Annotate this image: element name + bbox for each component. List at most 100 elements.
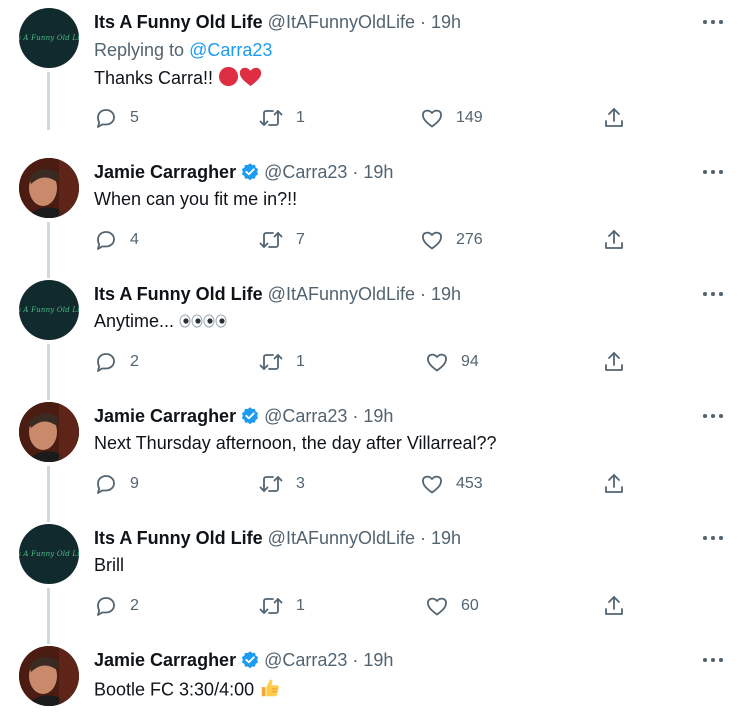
tweet[interactable]: Jamie Carragher @Carra23 · 19h Bootle FC… [0,638,743,714]
comment-bubble-icon [94,594,118,618]
author-handle[interactable]: @ItAFunnyOldLife [268,528,415,549]
retweet-count: 7 [296,231,305,248]
author-handle[interactable]: @Carra23 [264,406,347,427]
comment-bubble-icon [94,106,118,130]
more-dots-icon[interactable] [701,406,725,426]
timestamp[interactable]: 19h [431,528,461,549]
thumbs-up-icon [259,677,281,704]
tweet-header: Jamie Carragher @Carra23 · 19h [94,404,683,428]
thread-connector-line [47,72,50,130]
tweet-text: Bootle FC 3:30/4:00 [94,677,281,704]
heart-outline-icon [420,106,444,130]
share-button[interactable] [602,593,626,619]
avatar-logo-text: Its A Funny Old Life [19,550,79,558]
retweet-icon [258,228,284,252]
tweet-text-content: Brill [94,555,124,575]
like-button[interactable]: 149 [420,105,483,131]
retweet-icon [258,350,284,374]
share-button[interactable] [602,227,626,253]
tweet-actions: 2 1 60 [94,593,743,619]
reply-button[interactable]: 9 [94,471,139,497]
retweet-icon [258,106,284,130]
tweet-text: Anytime... [94,311,227,333]
replying-to-line: Replying to @Carra23 [94,40,272,61]
more-dots-icon[interactable] [701,528,725,548]
tweet-actions: 9 3 453 [94,471,743,497]
tweet[interactable]: Its A Funny Old Life Its A Funny Old Lif… [0,516,743,644]
avatar[interactable] [19,158,79,218]
retweet-button[interactable]: 1 [258,593,305,619]
reply-button[interactable]: 2 [94,593,139,619]
heart-outline-icon [420,228,444,252]
heart-outline-icon [425,350,449,374]
verified-badge-icon [240,650,260,670]
tweet[interactable]: Jamie Carragher @Carra23 · 19h When can … [0,150,743,278]
like-button[interactable]: 453 [420,471,483,497]
tweet-header: Its A Funny Old Life @ItAFunnyOldLife · … [94,10,683,34]
reply-button[interactable]: 4 [94,227,139,253]
tweet[interactable]: Its A Funny Old Life Its A Funny Old Lif… [0,0,743,130]
tweet-text: Next Thursday afternoon, the day after V… [94,433,497,454]
separator-dot: · [420,283,427,304]
author-handle[interactable]: @Carra23 [264,650,347,671]
author-name[interactable]: Jamie Carragher [94,162,236,183]
replying-to-mention[interactable]: @Carra23 [189,40,272,60]
share-button[interactable] [602,471,626,497]
author-name[interactable]: Its A Funny Old Life [94,12,263,33]
more-dots-icon[interactable] [701,284,725,304]
author-name[interactable]: Jamie Carragher [94,650,236,671]
tweet-header: Jamie Carragher @Carra23 · 19h [94,160,683,184]
timestamp[interactable]: 19h [363,162,393,183]
author-name[interactable]: Its A Funny Old Life [94,528,263,549]
replying-to-label: Replying to [94,40,185,60]
share-button[interactable] [602,105,626,131]
separator-dot: · [352,405,359,426]
tweet-actions: 2 1 94 [94,349,743,375]
avatar[interactable]: Its A Funny Old Life [19,524,79,584]
author-name[interactable]: Jamie Carragher [94,406,236,427]
heart-outline-icon [425,594,449,618]
author-handle[interactable]: @ItAFunnyOldLife [268,12,415,33]
author-handle[interactable]: @ItAFunnyOldLife [268,284,415,305]
reply-count: 5 [130,109,139,126]
avatar[interactable]: Its A Funny Old Life [19,8,79,68]
timestamp[interactable]: 19h [363,406,393,427]
share-button[interactable] [602,349,626,375]
timestamp[interactable]: 19h [431,12,461,33]
tweet-actions: 4 7 276 [94,227,743,253]
red-heart-icon [239,66,262,92]
reply-button[interactable]: 5 [94,105,139,131]
author-name[interactable]: Its A Funny Old Life [94,284,263,305]
more-dots-icon[interactable] [701,12,725,32]
avatar[interactable]: Its A Funny Old Life [19,280,79,340]
avatar-logo-text: Its A Funny Old Life [19,306,79,314]
reply-button[interactable]: 2 [94,349,139,375]
retweet-button[interactable]: 7 [258,227,305,253]
avatar-logo-text: Its A Funny Old Life [19,34,79,42]
avatar[interactable] [19,402,79,462]
more-dots-icon[interactable] [701,162,725,182]
timestamp[interactable]: 19h [431,284,461,305]
tweet-header: Its A Funny Old Life @ItAFunnyOldLife · … [94,282,683,306]
reply-count: 2 [130,597,139,614]
retweet-count: 1 [296,109,305,126]
tweet[interactable]: Jamie Carragher @Carra23 · 19h Next Thur… [0,394,743,522]
tweet-text-content: Next Thursday afternoon, the day after V… [94,433,497,453]
tweet-text: Thanks Carra!! [94,66,262,92]
like-button[interactable]: 60 [425,593,479,619]
tweet-text-content: Thanks Carra!! [94,67,214,88]
timestamp[interactable]: 19h [363,650,393,671]
tweet[interactable]: Its A Funny Old Life Its A Funny Old Lif… [0,272,743,400]
more-dots-icon[interactable] [701,650,725,670]
like-button[interactable]: 276 [420,227,483,253]
avatar[interactable] [19,646,79,706]
profile-photo-icon [19,402,79,462]
retweet-button[interactable]: 1 [258,349,305,375]
conversation-thread: Its A Funny Old Life Its A Funny Old Lif… [0,0,743,714]
like-button[interactable]: 94 [425,349,479,375]
thread-connector-line [47,588,50,644]
retweet-button[interactable]: 3 [258,471,305,497]
retweet-button[interactable]: 1 [258,105,305,131]
retweet-icon [258,594,284,618]
author-handle[interactable]: @Carra23 [264,162,347,183]
